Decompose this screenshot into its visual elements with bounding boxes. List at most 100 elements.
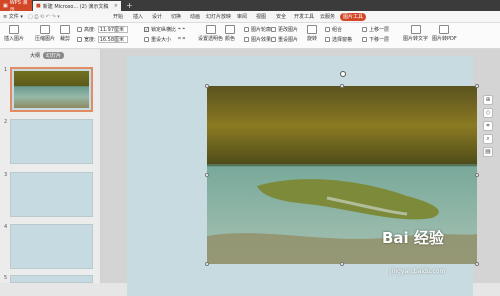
width-control: 宽度: 16.58厘米 — [77, 36, 128, 43]
width-input[interactable]: 16.58厘米 — [97, 36, 128, 43]
bring-forward-icon — [362, 27, 367, 32]
slide-thumbnail[interactable] — [10, 172, 93, 217]
baidu-watermark: Bai 经验 — [382, 229, 444, 247]
compress-picture-button[interactable]: 压缩图片 — [35, 25, 55, 42]
slide-thumbnail-row[interactable]: 3 — [4, 172, 93, 217]
resize-handle-bottom[interactable] — [340, 262, 344, 266]
tab-outline[interactable]: 大纲 — [30, 52, 40, 59]
crop-label: 裁剪 — [60, 36, 71, 42]
hamburger-icon: ≡ — [3, 14, 8, 20]
menu-transitions[interactable]: 切换 — [171, 13, 181, 21]
send-backward-label: 下移一层 — [369, 37, 390, 43]
change-picture-label: 更改图片 — [278, 27, 299, 33]
effect-icon — [244, 37, 249, 42]
combine-button[interactable]: 组合 — [325, 26, 342, 33]
reset-picture-button[interactable]: 重设图片 — [271, 36, 298, 43]
document-tab-title: 新建 Microso... (2) 演示文稿 — [42, 3, 109, 10]
transparent-color-icon — [205, 25, 216, 34]
picture-to-pdf-label: 图片转PDF — [432, 36, 457, 42]
menu-view[interactable]: 视图 — [256, 13, 266, 21]
resize-handle-bottom-right[interactable] — [475, 262, 479, 266]
width-icon — [77, 37, 82, 42]
picture-to-text-icon — [410, 25, 421, 34]
align-icons[interactable]: ⌗ ⌗ — [178, 36, 185, 42]
menu-slideshow[interactable]: 幻灯片放映 — [206, 13, 231, 21]
color-button[interactable]: 颜色 — [225, 25, 235, 42]
lock-ratio-checkbox[interactable]: ✓ 锁定纵横比 — [144, 26, 176, 33]
file-menu[interactable]: ≡ 文件 ▾ — [3, 13, 23, 21]
zoom-icon[interactable]: ⊕ — [483, 95, 493, 105]
menu-developer[interactable]: 开发工具 — [294, 13, 314, 21]
set-transparent-color-button[interactable]: 设置透明色 — [198, 25, 223, 42]
reset-size-label: 重设大小 — [151, 37, 172, 43]
picture-outline-label: 图片轮廓 — [251, 27, 272, 33]
rotate-handle[interactable] — [340, 71, 346, 77]
menu-design[interactable]: 设计 — [152, 13, 162, 21]
bring-forward-button[interactable]: 上移一层 — [362, 26, 389, 33]
slide-thumbnail-row[interactable]: 2 — [4, 119, 93, 164]
compress-label: 压缩图片 — [35, 36, 56, 42]
resize-handle-top[interactable] — [340, 84, 344, 88]
slide-thumbnail-row[interactable]: 4 — [4, 224, 93, 269]
reset-picture-label: 重设图片 — [278, 37, 299, 43]
picture-to-pdf-button[interactable]: 图片转PDF — [432, 25, 457, 42]
chevron-down-icon: ▾ — [20, 14, 23, 20]
ribbon-toolbar: 插入图片 压缩图片 裁剪 高度: 11.97厘米 宽度: 16.58厘米 ✓ 锁… — [0, 23, 500, 49]
panel-tabs: 大纲 幻灯片 — [30, 52, 65, 59]
color-label: 颜色 — [225, 36, 236, 42]
resize-handle-right[interactable] — [475, 173, 479, 177]
menu-animations[interactable]: 动画 — [190, 13, 200, 21]
resize-handle-top-right[interactable] — [475, 84, 479, 88]
menu-picture-tools[interactable]: 图片工具 — [340, 13, 367, 21]
slide-thumbnail[interactable] — [10, 224, 93, 269]
send-backward-icon — [362, 37, 367, 42]
picture-effect-button[interactable]: 图片效果 — [244, 36, 271, 43]
picture-to-text-button[interactable]: 图片转文字 — [403, 25, 428, 42]
title-bar: ▣ WPS 演示 ■ 新建 Microso... (2) 演示文稿 × + — [0, 0, 500, 13]
file-menu-label: 文件 — [8, 14, 19, 20]
menu-cloud[interactable]: 云服务 — [320, 13, 335, 21]
slide-thumbnail[interactable] — [10, 119, 93, 164]
close-tab-icon[interactable]: × — [114, 3, 118, 9]
slide-panel: 大纲 幻灯片 1 2 3 4 5 — [0, 49, 101, 283]
set-transparent-label: 设置透明色 — [198, 36, 224, 42]
height-input[interactable]: 11.97厘米 — [97, 26, 128, 33]
change-picture-button[interactable]: 更改图片 — [271, 26, 298, 33]
new-tab-button[interactable]: + — [126, 0, 133, 11]
picture-outline-button[interactable]: 图片轮廓 — [244, 26, 271, 33]
quick-access-toolbar[interactable]: ▢ ⎙ ⟲ ↶ ↷ ▾ — [28, 13, 60, 21]
menu-review[interactable]: 审阅 — [237, 13, 247, 21]
menu-bar: ≡ 文件 ▾ ▢ ⎙ ⟲ ↶ ↷ ▾ 开始 插入 设计 切换 动画 幻灯片放映 … — [0, 11, 500, 23]
picture-icon — [9, 25, 19, 34]
slide-thumbnail-selected[interactable] — [10, 67, 93, 112]
bring-forward-label: 上移一层 — [369, 27, 390, 33]
magnify-icon[interactable]: ⌕ — [483, 134, 493, 144]
combine-label: 组合 — [332, 27, 343, 33]
rotate-button[interactable]: 旋转 — [307, 25, 317, 42]
select-pane-icon — [325, 37, 330, 42]
slide-thumbnail[interactable] — [10, 275, 93, 283]
menu-insert[interactable]: 插入 — [133, 13, 143, 21]
resize-handle-top-left[interactable] — [205, 84, 209, 88]
tab-slides[interactable]: 幻灯片 — [43, 52, 65, 59]
reset-size-button[interactable]: 重设大小 — [144, 36, 171, 43]
menu-security[interactable]: 安全 — [276, 13, 286, 21]
document-tab[interactable]: ■ 新建 Microso... (2) 演示文稿 × — [33, 1, 121, 11]
layout-icon[interactable]: ▤ — [483, 147, 493, 157]
app-tab[interactable]: ▣ WPS 演示 — [0, 0, 32, 13]
crop-button[interactable]: 裁剪 — [60, 25, 70, 42]
send-backward-button[interactable]: 下移一层 — [362, 36, 389, 43]
arrange-icons[interactable]: ⌖ ⌖ — [178, 26, 185, 32]
slide-thumbnail-row[interactable]: 1 — [4, 67, 93, 112]
select-pane-button[interactable]: 选择窗格 — [325, 36, 352, 43]
slide-thumbnail-row[interactable]: 5 — [4, 275, 93, 283]
shape-icon[interactable]: ◇ — [483, 108, 493, 118]
resize-handle-bottom-left[interactable] — [205, 262, 209, 266]
insert-picture-button[interactable]: 插入图片 — [4, 25, 24, 42]
crop-icon[interactable]: ⌗ — [483, 121, 493, 131]
reset-size-icon — [144, 37, 149, 42]
menu-home[interactable]: 开始 — [113, 13, 123, 21]
resize-handle-left[interactable] — [205, 173, 209, 177]
checkbox-checked-icon: ✓ — [144, 27, 149, 32]
pdf-icon — [439, 25, 450, 34]
